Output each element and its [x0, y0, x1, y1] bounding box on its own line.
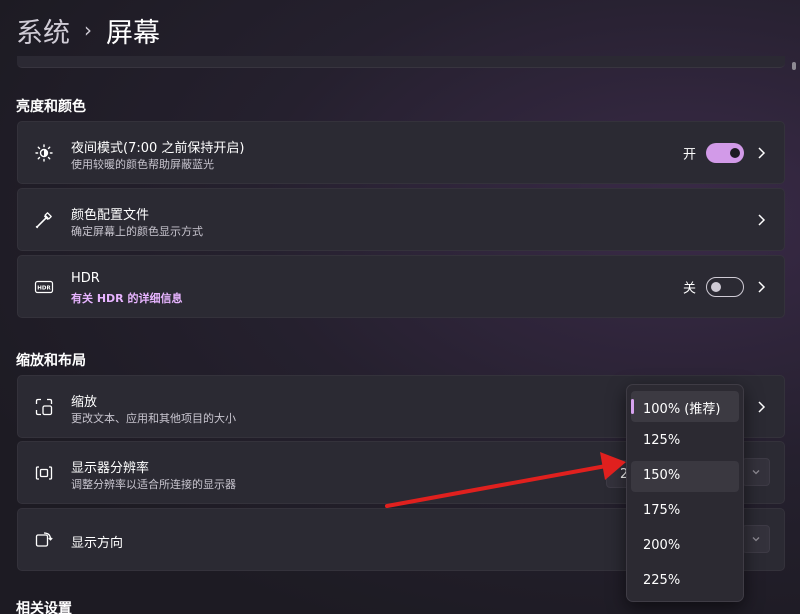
- settings-page: 系统 › 屏幕 亮度和颜色 夜间模式(7:00 之前保持开启) 使用较暖的颜色帮…: [0, 0, 800, 614]
- hdr-info-link[interactable]: 有关 HDR 的详细信息: [71, 290, 182, 306]
- chevron-right-icon[interactable]: [754, 280, 768, 294]
- orientation-icon: [34, 530, 54, 550]
- chevron-down-icon: [752, 537, 760, 542]
- resolution-title: 显示器分辨率: [71, 461, 150, 476]
- chevron-right-icon[interactable]: [754, 213, 768, 227]
- hdr-icon: HDR: [34, 277, 54, 297]
- night-light-state-label: 开: [682, 147, 696, 162]
- resolution-icon: [34, 463, 54, 483]
- scale-option-label: 150%: [643, 468, 681, 483]
- hdr-toggle[interactable]: [706, 276, 744, 297]
- toggle-knob: [730, 147, 740, 158]
- night-light-title: 夜间模式(7:00 之前保持开启): [71, 141, 245, 156]
- night-light-subtitle: 使用较暖的颜色帮助屏蔽蓝光: [71, 158, 214, 171]
- scrollbar[interactable]: [786, 0, 800, 614]
- scale-option-label: 100% (推荐): [643, 402, 721, 417]
- previous-card-bottom[interactable]: [17, 56, 785, 68]
- scale-dropdown-menu: 100% (推荐) 125% 150% 175% 200% 225%: [626, 384, 744, 602]
- scale-option-label: 175%: [643, 503, 681, 518]
- breadcrumb-separator: ›: [84, 18, 92, 42]
- section-title-brightness-color: 亮度和颜色: [16, 99, 86, 115]
- selected-indicator: [631, 399, 634, 414]
- breadcrumb-system[interactable]: 系统: [16, 11, 70, 50]
- hdr-icon-text: HDR: [37, 285, 51, 291]
- scale-option-label: 225%: [643, 573, 681, 588]
- toggle-knob: [711, 281, 721, 292]
- orientation-dropdown-chevron[interactable]: [742, 525, 770, 553]
- resolution-subtitle: 调整分辨率以适合所连接的显示器: [71, 478, 236, 491]
- page-title: 屏幕: [106, 17, 160, 49]
- night-light-card[interactable]: 夜间模式(7:00 之前保持开启) 使用较暖的颜色帮助屏蔽蓝光 开: [17, 121, 785, 184]
- chevron-right-icon[interactable]: [754, 400, 768, 414]
- scale-option-125[interactable]: 125%: [631, 426, 739, 457]
- orientation-title: 显示方向: [71, 536, 124, 551]
- color-profile-subtitle: 确定屏幕上的颜色显示方式: [71, 225, 203, 238]
- hdr-card[interactable]: HDR HDR 有关 HDR 的详细信息 关: [17, 255, 785, 318]
- scale-option-175[interactable]: 175%: [631, 496, 739, 527]
- hdr-title: HDR: [71, 271, 100, 286]
- scrollbar-thumb[interactable]: [792, 62, 796, 70]
- scale-option-label: 125%: [643, 433, 681, 448]
- section-title-related: 相关设置: [16, 601, 72, 614]
- scale-option-label: 200%: [643, 538, 681, 553]
- resolution-dropdown-chevron[interactable]: [742, 458, 770, 486]
- night-light-toggle[interactable]: [706, 142, 744, 163]
- eyedropper-icon: [34, 210, 54, 230]
- section-title-scale-layout: 缩放和布局: [16, 353, 86, 369]
- scale-subtitle: 更改文本、应用和其他项目的大小: [71, 412, 236, 425]
- hdr-state-label: 关: [682, 281, 696, 296]
- scale-icon: [34, 397, 54, 417]
- chevron-down-icon: [752, 470, 760, 475]
- scale-option-150[interactable]: 150%: [631, 461, 739, 492]
- brightness-icon: [34, 143, 54, 163]
- color-profile-card[interactable]: 颜色配置文件 确定屏幕上的颜色显示方式: [17, 188, 785, 251]
- scale-option-200[interactable]: 200%: [631, 531, 739, 562]
- color-profile-title: 颜色配置文件: [71, 208, 150, 223]
- scale-option-225[interactable]: 225%: [631, 566, 739, 597]
- scale-option-100[interactable]: 100% (推荐): [631, 391, 739, 422]
- breadcrumb: 系统 › 屏幕: [16, 10, 160, 50]
- scale-title: 缩放: [71, 395, 98, 410]
- chevron-right-icon[interactable]: [754, 146, 768, 160]
